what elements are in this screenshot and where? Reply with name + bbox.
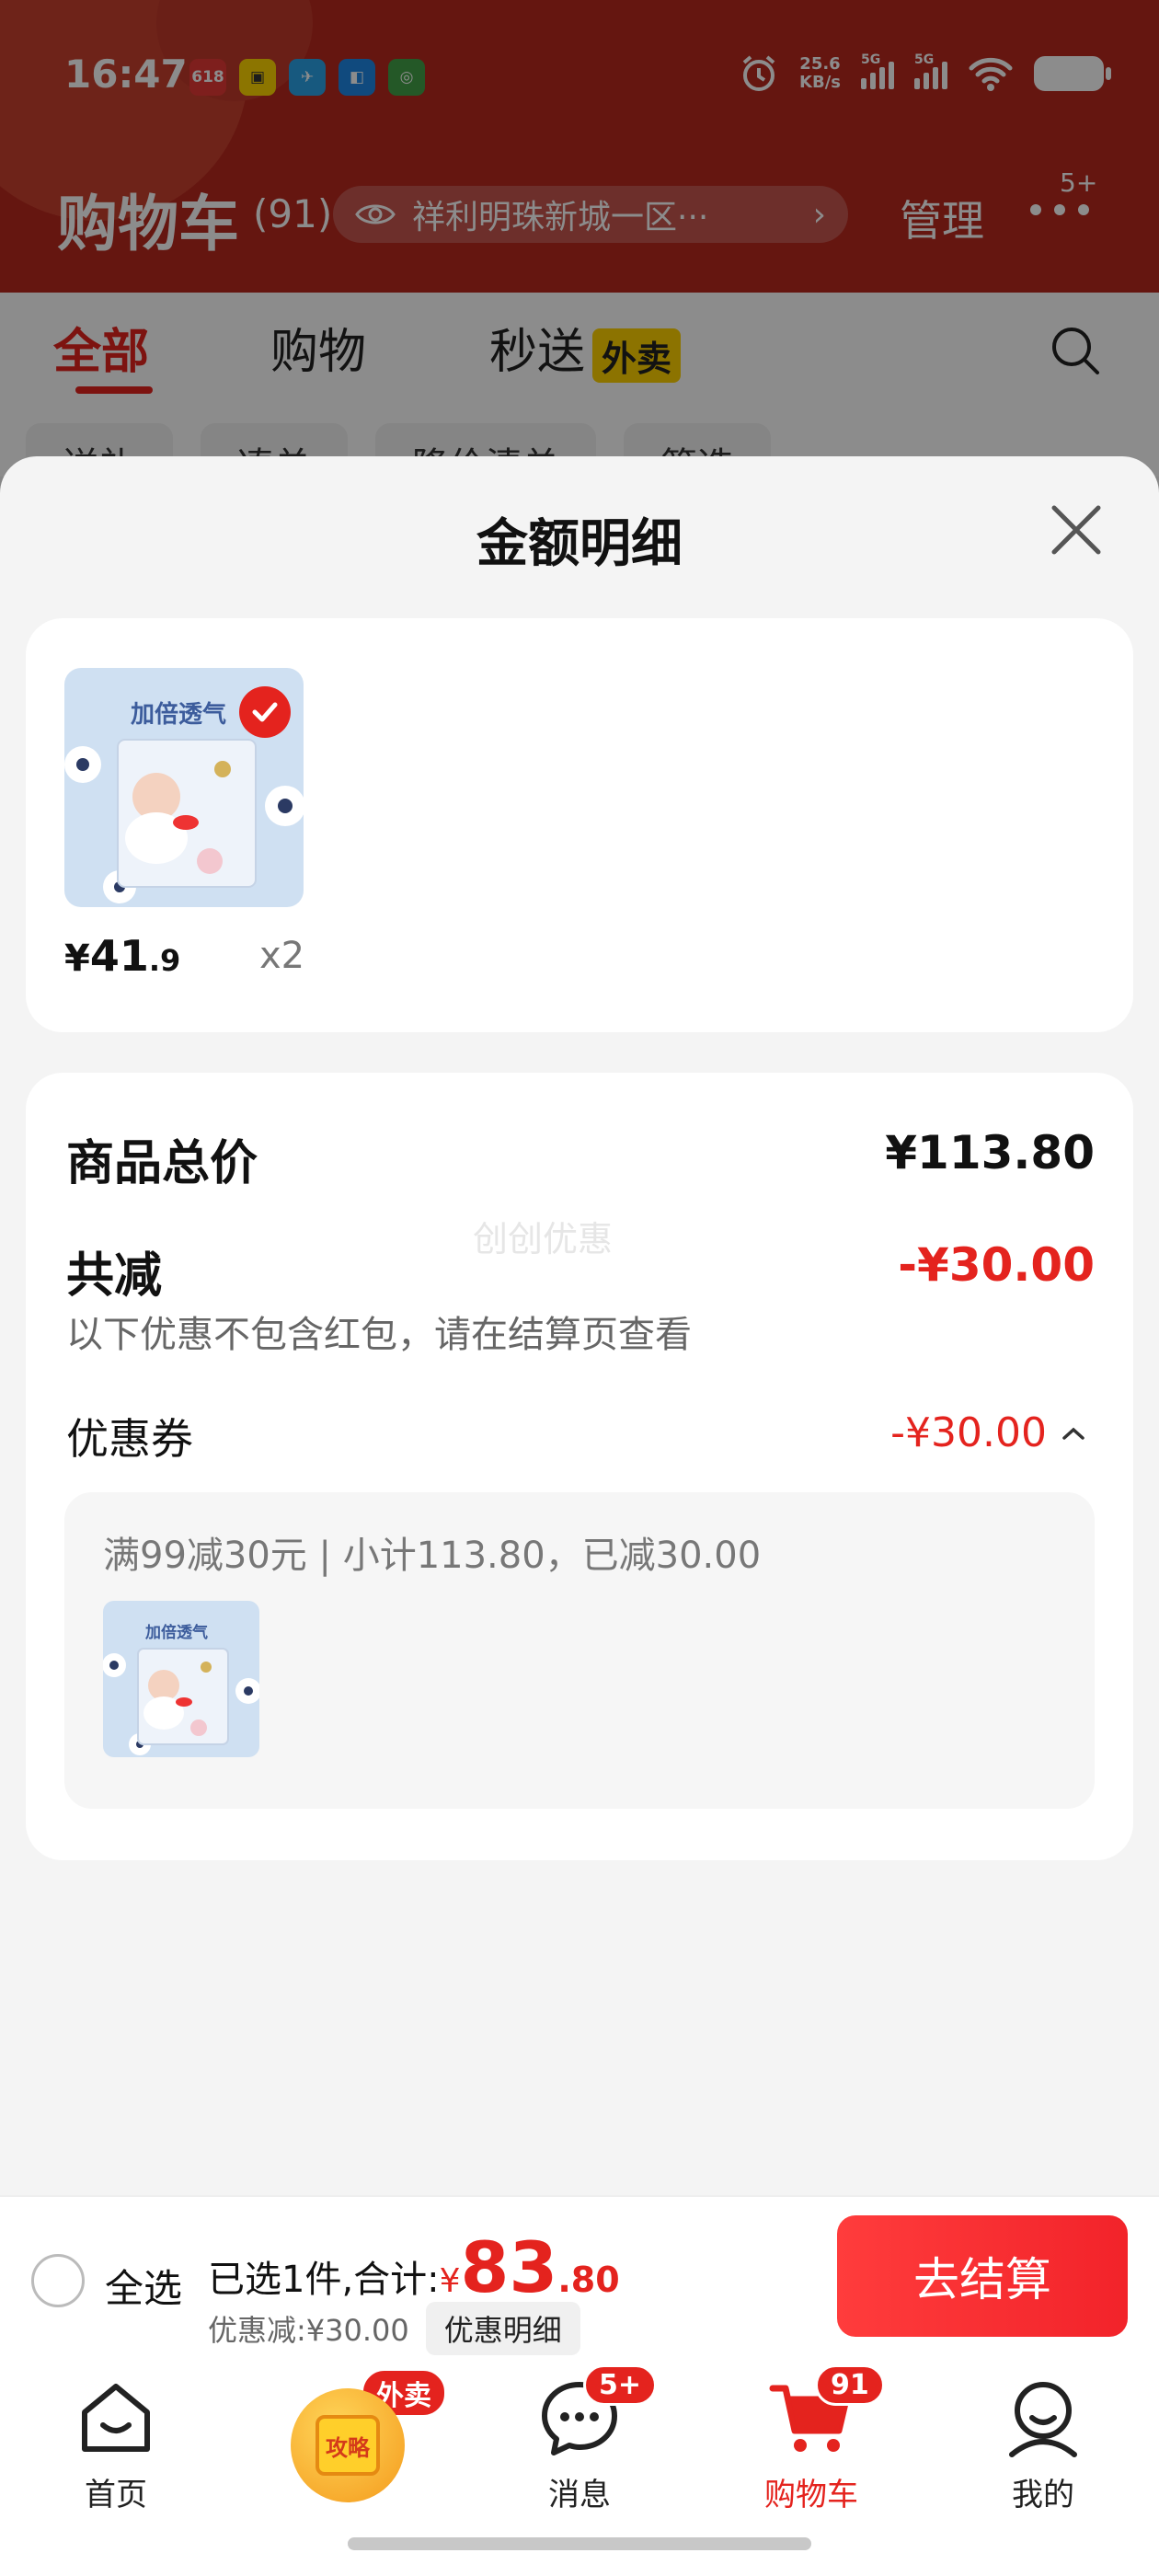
nav-home[interactable]: 首页 <box>33 2374 199 2514</box>
product-price: ¥41.9 <box>64 931 181 981</box>
check-icon <box>239 686 291 738</box>
coupon-product-thumbnail: 加倍透气 <box>103 1601 259 1757</box>
nav-cart[interactable]: 91 购物车 <box>729 2364 894 2514</box>
nav-guide[interactable]: 攻略 <box>291 2388 405 2502</box>
nav-mine[interactable]: 我的 <box>960 2374 1126 2514</box>
coupon-value: -¥30.00 <box>890 1409 1047 1456</box>
checkout-bar: 全选 已选1件,合计:¥83.80 优惠减:¥30.00 优惠明细 去结算 <box>0 2195 1159 2357</box>
nav-messages[interactable]: 5+ 消息 <box>497 2364 662 2514</box>
close-icon[interactable] <box>1039 493 1113 567</box>
product-card: 加倍透气 ¥41.9 x2 <box>26 618 1133 1032</box>
coupon-thumb-text: 加倍透气 <box>145 1624 208 1642</box>
discount-note: 以下优惠不包含红包，请在结算页查看 <box>66 1314 692 1356</box>
reduce-label: 共减 <box>66 1248 163 1304</box>
guide-bag-icon: 攻略 <box>316 2415 380 2476</box>
reduce-value: -¥30.00 <box>898 1238 1095 1292</box>
home-indicator[interactable] <box>348 2537 811 2550</box>
home-icon <box>72 2374 160 2462</box>
nav-mine-label: 我的 <box>1012 2477 1074 2513</box>
price-summary-card: 商品总价 ¥113.80 创创优惠 共减 -¥30.00 以下优惠不包含红包，请… <box>26 1073 1133 1860</box>
coupon-label: 优惠券 <box>66 1414 193 1464</box>
cart-badge: 91 <box>815 2364 885 2406</box>
selected-total: 已选1件,合计:¥83.80 <box>208 2226 620 2308</box>
checkout-button[interactable]: 去结算 <box>837 2215 1128 2337</box>
discount-text: 优惠减:¥30.00 <box>208 2313 409 2348</box>
coupon-toggle[interactable]: -¥30.00 <box>890 1409 1085 1456</box>
product-quantity: x2 <box>259 935 305 977</box>
nav-cart-label: 购物车 <box>764 2477 858 2513</box>
discount-line: 优惠减:¥30.00 优惠明细 <box>208 2302 580 2355</box>
amount-detail-sheet: 金额明细 加倍透气 ¥41.9 x2 商品总价 ¥113.80 创创优惠 共减 … <box>0 456 1159 2195</box>
total-price-value: ¥113.80 <box>885 1126 1095 1179</box>
select-all-label[interactable]: 全选 <box>105 2258 182 2314</box>
messages-badge: 5+ <box>583 2364 658 2406</box>
chevron-up-icon <box>1062 1427 1084 1440</box>
coupon-detail-box: 满99减30元 | 小计113.80，已减30.00 加倍透气 <box>64 1492 1095 1809</box>
total-price-label: 商品总价 <box>66 1136 258 1191</box>
chat-icon: 5+ <box>535 2364 658 2462</box>
product-thumb-text: 加倍透气 <box>131 701 227 729</box>
user-icon <box>999 2374 1087 2462</box>
discount-detail-button[interactable]: 优惠明细 <box>425 2302 580 2355</box>
nav-messages-label: 消息 <box>548 2477 611 2513</box>
select-all-radio[interactable] <box>31 2254 85 2307</box>
product-thumbnail[interactable]: 加倍透气 <box>64 668 304 907</box>
nav-home-label: 首页 <box>85 2477 147 2513</box>
cart-icon: 91 <box>767 2364 885 2462</box>
sheet-title: 金额明细 <box>476 514 683 574</box>
watermark-text: 创创优惠 <box>473 1219 614 1259</box>
coupon-description: 满99减30元 | 小计113.80，已减30.00 <box>103 1535 762 1577</box>
